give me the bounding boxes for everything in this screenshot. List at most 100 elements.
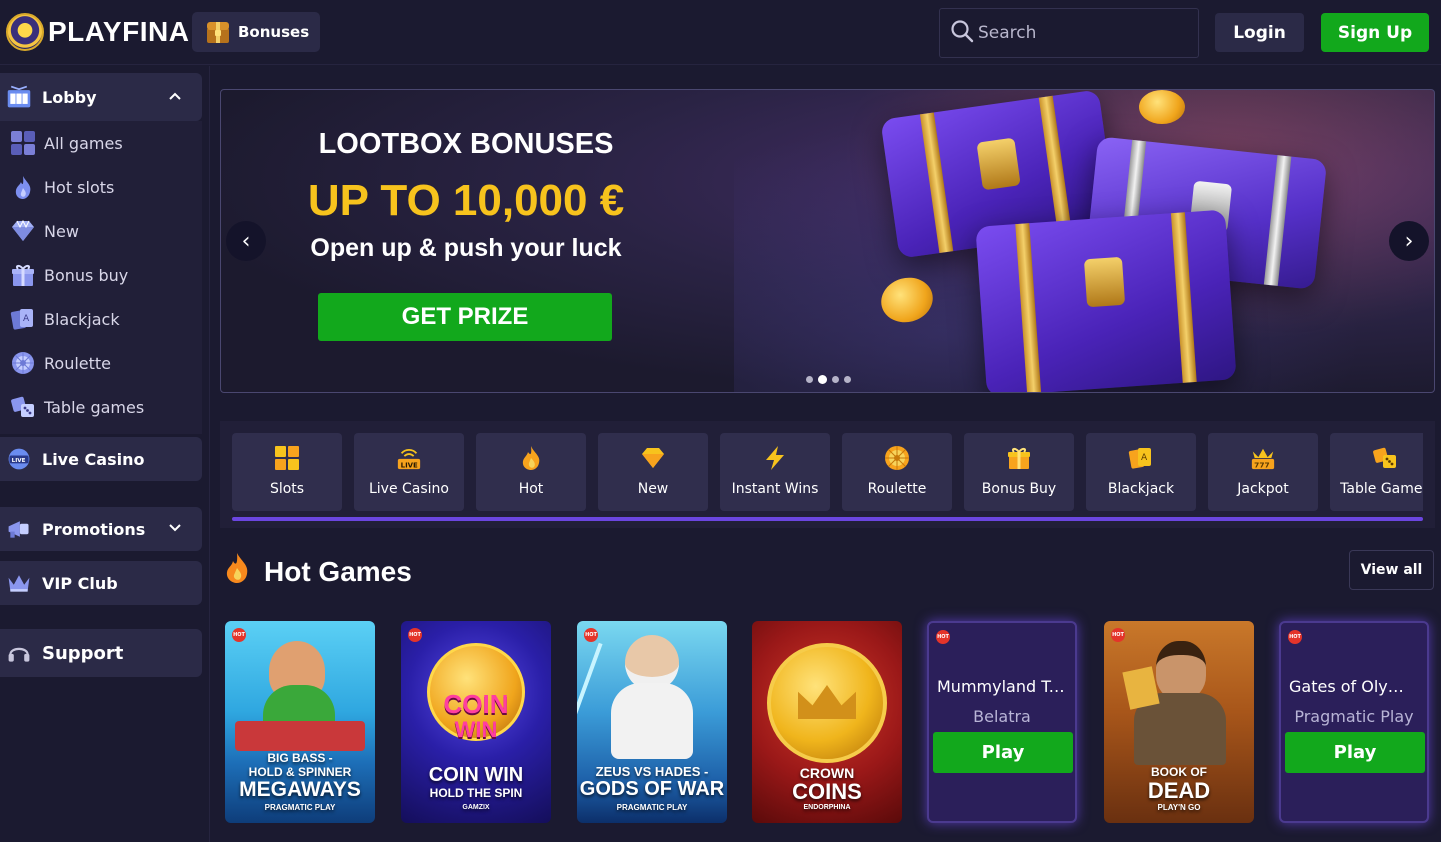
game-provider: Belatra xyxy=(973,707,1031,726)
category-instant-wins[interactable]: Instant Wins xyxy=(720,433,830,511)
game-card-hovered[interactable]: HOT Gates of Olymp... Pragmatic Play Pla… xyxy=(1279,621,1429,823)
treasure-chest-image xyxy=(975,209,1237,392)
megaphone-icon xyxy=(6,516,32,542)
svg-text:A: A xyxy=(1141,453,1148,463)
game-art xyxy=(235,721,365,751)
hot-badge: HOT xyxy=(936,630,950,644)
category-table-games[interactable]: Table Games xyxy=(1330,433,1423,511)
category-blackjack[interactable]: A Blackjack xyxy=(1086,433,1196,511)
game-character-image xyxy=(611,683,693,759)
category-hot[interactable]: Hot xyxy=(476,433,586,511)
search-box[interactable] xyxy=(939,8,1199,58)
category-new[interactable]: New xyxy=(598,433,708,511)
cards-icon: A xyxy=(1128,445,1154,471)
signup-button[interactable]: Sign Up xyxy=(1321,13,1429,52)
category-scrollbar[interactable] xyxy=(232,517,1423,521)
carousel-dot[interactable] xyxy=(806,376,813,383)
game-card[interactable]: HOT BIG BASS - HOLD & SPINNER MEGAWAYS P… xyxy=(225,621,375,823)
diamond-icon xyxy=(10,218,36,244)
lobby-label: Lobby xyxy=(42,87,97,107)
category-roulette[interactable]: Roulette xyxy=(842,433,952,511)
sidebar-item-label: Table games xyxy=(44,397,145,417)
game-name: Mummyland Tre... xyxy=(937,677,1075,696)
carousel-next-button[interactable]: › xyxy=(1389,221,1429,261)
game-title-line: BIG BASS - xyxy=(267,751,333,765)
sidebar-vip-club[interactable]: VIP Club xyxy=(0,561,202,605)
bonuses-label: Bonuses xyxy=(238,23,310,41)
hot-badge: HOT xyxy=(232,628,246,642)
game-card[interactable]: HOT BOOK OF DEAD PLAY'N GO xyxy=(1104,621,1254,823)
game-provider: Pragmatic Play xyxy=(1294,707,1414,726)
category-label: New xyxy=(637,481,669,497)
diamond-icon xyxy=(640,445,666,471)
play-button[interactable]: Play xyxy=(1285,732,1425,773)
treasure-chest-icon xyxy=(204,18,232,46)
category-label: Live Casino xyxy=(368,481,449,497)
gold-coin-image xyxy=(1139,90,1185,124)
carousel-dot[interactable] xyxy=(844,376,851,383)
search-icon xyxy=(950,19,974,47)
sidebar: Lobby All games Hot slots New Bonus buy … xyxy=(0,66,210,842)
bonuses-button[interactable]: Bonuses xyxy=(192,12,320,52)
logo[interactable]: PLAYFINA xyxy=(6,13,189,51)
sidebar-item-bonus-buy[interactable]: Bonus buy xyxy=(0,253,202,297)
sidebar-live-casino[interactable]: LIVE Live Casino xyxy=(0,437,202,481)
section-title-hot-games: Hot Games xyxy=(222,552,412,591)
category-label: Slots xyxy=(269,481,305,497)
category-row: Slots LIVE Live Casino Hot New Instant W… xyxy=(232,433,1423,511)
get-prize-button[interactable]: GET PRIZE xyxy=(318,293,612,341)
live-casino-label: Live Casino xyxy=(42,449,145,469)
lightning-bolt-image xyxy=(577,642,603,720)
sidebar-item-blackjack[interactable]: A Blackjack xyxy=(0,297,202,341)
category-live-casino[interactable]: LIVE Live Casino xyxy=(354,433,464,511)
game-title-line: HOLD & SPINNER xyxy=(248,765,352,779)
play-button[interactable]: Play xyxy=(933,732,1073,773)
svg-text:A: A xyxy=(23,314,30,324)
headset-icon xyxy=(6,640,32,666)
hot-badge: HOT xyxy=(1288,630,1302,644)
sidebar-support[interactable]: Support xyxy=(0,629,202,677)
sidebar-lobby[interactable]: Lobby xyxy=(0,73,202,121)
crown-icon xyxy=(6,570,32,596)
game-title-line: DEAD xyxy=(1147,778,1211,803)
sidebar-item-roulette[interactable]: Roulette xyxy=(0,341,202,385)
search-input[interactable] xyxy=(978,23,1178,43)
carousel-prev-button[interactable]: ‹ xyxy=(226,221,266,261)
live-icon: LIVE xyxy=(396,445,422,471)
lobby-submenu: All games Hot slots New Bonus buy A Blac… xyxy=(0,121,202,434)
carousel-dots xyxy=(806,375,851,384)
category-bonus-buy[interactable]: Bonus Buy xyxy=(964,433,1074,511)
svg-text:LIVE: LIVE xyxy=(12,458,26,464)
sidebar-item-hot-slots[interactable]: Hot slots xyxy=(0,165,202,209)
game-title-line: HOLD THE SPIN xyxy=(429,786,523,800)
login-button[interactable]: Login xyxy=(1215,13,1304,52)
category-label: Instant Wins xyxy=(731,481,819,497)
game-provider: PLAY'N GO xyxy=(1157,803,1201,812)
game-card[interactable]: CROWN COINS ENDORPHINA xyxy=(752,621,902,823)
roulette-icon xyxy=(884,445,910,471)
category-jackpot[interactable]: 777 Jackpot xyxy=(1208,433,1318,511)
sidebar-item-label: All games xyxy=(44,133,123,153)
view-all-button[interactable]: View all xyxy=(1349,550,1434,590)
hot-badge: HOT xyxy=(584,628,598,642)
sidebar-promotions[interactable]: Promotions xyxy=(0,507,202,551)
chevron-down-icon xyxy=(168,521,182,537)
sidebar-item-all-games[interactable]: All games xyxy=(0,121,202,165)
flame-icon xyxy=(222,552,252,591)
roulette-icon xyxy=(10,350,36,376)
game-card[interactable]: HOT ZEUS VS HADES - GODS OF WAR PRAGMATI… xyxy=(577,621,727,823)
lightning-icon xyxy=(762,445,788,471)
game-title-line: COINS xyxy=(792,779,862,804)
banner-title: LOOTBOX BONUSES xyxy=(318,128,614,160)
game-title-line: BOOK OF xyxy=(1151,765,1207,779)
sidebar-item-new[interactable]: New xyxy=(0,209,202,253)
category-slots[interactable]: Slots xyxy=(232,433,342,511)
game-card[interactable]: HOT COIN WIN COIN WIN HOLD THE SPIN GAMZ… xyxy=(401,621,551,823)
game-card-hovered[interactable]: HOT Mummyland Tre... Belatra Play xyxy=(927,621,1077,823)
promo-banner[interactable]: LOOTBOX BONUSES UP TO 10,000 € Open up &… xyxy=(220,89,1435,393)
game-provider: PRAGMATIC PLAY xyxy=(264,803,336,812)
sidebar-item-label: New xyxy=(44,221,79,241)
carousel-dot[interactable] xyxy=(832,376,839,383)
sidebar-item-table-games[interactable]: Table games xyxy=(0,385,202,429)
carousel-dot-active[interactable] xyxy=(818,375,827,384)
